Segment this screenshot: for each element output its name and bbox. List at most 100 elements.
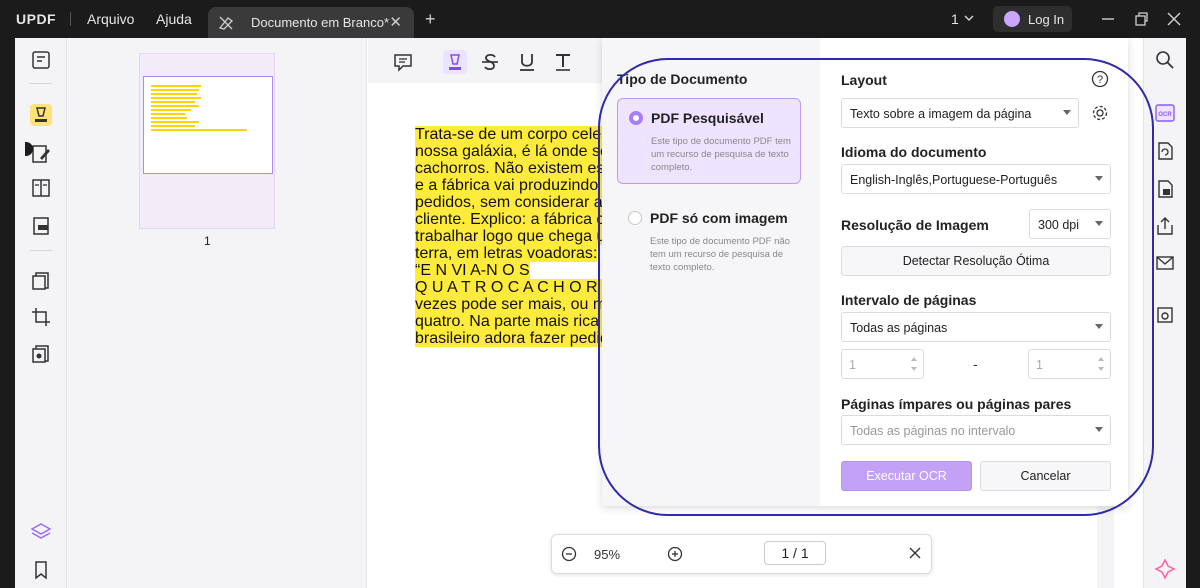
help-icon[interactable]: ? [1091, 70, 1109, 88]
crop-icon[interactable] [30, 306, 52, 328]
thumbnail-page-number: 1 [204, 234, 211, 248]
bookmark-icon[interactable] [30, 559, 52, 581]
stepper-down-icon[interactable] [911, 367, 917, 371]
zoom-level[interactable]: 95% [594, 547, 620, 562]
convert-icon[interactable] [1154, 140, 1176, 162]
thumbnail-viewport [143, 76, 273, 174]
text-tool-icon[interactable] [551, 50, 575, 74]
range-to-input[interactable]: 1 [1028, 349, 1111, 379]
ai-assistant-icon[interactable] [1154, 558, 1176, 580]
menu-ajuda[interactable]: Ajuda [156, 11, 192, 27]
detect-resolution-button[interactable]: Detectar Resolução Ótima [841, 246, 1111, 276]
language-title: Idioma do documento [841, 144, 987, 160]
zoom-in-icon[interactable] [667, 546, 683, 562]
thumbnail-text-line [151, 85, 201, 87]
thumbnail-text-line [151, 129, 247, 131]
resolution-value: 300 dpi [1038, 218, 1080, 232]
minimize-icon[interactable] [1098, 9, 1118, 29]
range-to-value: 1 [1036, 358, 1043, 372]
layers-icon[interactable] [30, 521, 52, 543]
stepper-up-icon[interactable] [911, 357, 917, 361]
range-from-value: 1 [849, 358, 856, 372]
highlight-icon[interactable] [443, 50, 467, 74]
option-description: Este tipo de documento PDF tem um recurs… [651, 136, 791, 173]
dropdown-arrow-icon [1095, 221, 1103, 226]
right-toolbar: OCR [1143, 38, 1186, 588]
page-thumbnail[interactable] [139, 53, 275, 229]
thumbnail-text-line [151, 97, 201, 99]
thumbnail-text-line [151, 109, 191, 111]
document-tab[interactable]: Documento em Branco* ✕ [208, 7, 414, 38]
dropdown-arrow-icon [1063, 110, 1071, 115]
run-ocr-button[interactable]: Executar OCR [841, 461, 972, 491]
page-number-input[interactable]: 1 / 1 [764, 541, 826, 565]
ocr-dialog: Tipo de Documento PDF Pesquisável Este t… [602, 38, 1128, 506]
svg-text:?: ? [1097, 74, 1103, 86]
strikethrough-icon[interactable] [478, 50, 502, 74]
thumbnail-text-line [151, 93, 197, 95]
avatar-icon [1004, 11, 1020, 27]
thumbnail-text-line [151, 117, 187, 119]
page-range-value: Todas as páginas [850, 321, 948, 335]
option-image-only-pdf[interactable]: PDF só com imagem Este tipo de documento… [617, 199, 801, 285]
stepper-up-icon[interactable] [1098, 357, 1104, 361]
ocr-settings-panel: Layout ? Texto sobre a imagem da página … [820, 38, 1128, 506]
email-icon[interactable] [1154, 252, 1176, 274]
restore-icon[interactable] [1131, 9, 1151, 29]
thumbnail-text-line [151, 101, 195, 103]
updf-logo: UPDF [16, 11, 57, 27]
range-separator: - [973, 356, 978, 372]
odd-even-select[interactable]: Todas as páginas no intervalo [841, 415, 1111, 445]
chevron-down-icon[interactable] [963, 12, 975, 24]
left-toolbar [15, 38, 67, 588]
edit-pdf-icon[interactable] [30, 143, 52, 165]
close-icon[interactable] [907, 545, 923, 561]
document-tab-icon [218, 16, 233, 30]
svg-text:OCR: OCR [1158, 112, 1172, 118]
prepare-form-icon[interactable] [30, 215, 52, 237]
ocr-icon[interactable]: OCR [1154, 102, 1176, 124]
login-button[interactable]: Log In [993, 6, 1072, 32]
option-searchable-pdf[interactable]: PDF Pesquisável Este tipo de documento P… [617, 98, 801, 184]
stepper-down-icon[interactable] [1098, 367, 1104, 371]
share-icon[interactable] [1154, 215, 1176, 237]
protect-icon[interactable] [30, 343, 52, 365]
window-count[interactable]: 1 [951, 11, 959, 27]
cancel-button[interactable]: Cancelar [980, 461, 1111, 491]
close-window-icon[interactable] [1164, 9, 1184, 29]
radio-searchable-pdf[interactable] [629, 111, 643, 125]
odd-even-title: Páginas ímpares ou páginas pares [841, 396, 1072, 412]
new-tab-icon[interactable]: + [425, 9, 436, 30]
organize-pages-icon[interactable] [30, 270, 52, 292]
protect-doc-icon[interactable] [1154, 178, 1176, 200]
search-icon[interactable] [1154, 49, 1176, 71]
dropdown-arrow-icon [1095, 324, 1103, 329]
comment-icon[interactable] [391, 50, 415, 74]
thumbnail-panel: 1 [67, 38, 367, 588]
thumbnail-text-line [151, 105, 199, 107]
save-icon[interactable] [1154, 304, 1176, 326]
comment-tool-icon[interactable] [30, 104, 52, 126]
odd-even-value: Todas as páginas no intervalo [850, 424, 1016, 438]
language-select[interactable]: English-Inglês,Portuguese-Português [841, 164, 1111, 194]
page-navigation-bar: 95% 1 / 1 [551, 534, 932, 574]
titlebar-divider [70, 12, 71, 26]
language-value: English-Inglês,Portuguese-Português [850, 173, 1058, 187]
page-range-select[interactable]: Todas as páginas [841, 312, 1111, 342]
thumbnail-text-line [151, 89, 199, 91]
option-title: PDF Pesquisável [651, 110, 764, 126]
page-range-title: Intervalo de páginas [841, 292, 977, 308]
resolution-select[interactable]: 300 dpi [1029, 209, 1111, 239]
form-icon[interactable] [30, 177, 52, 199]
close-tab-icon[interactable]: ✕ [389, 13, 402, 31]
radio-image-only-pdf[interactable] [628, 211, 642, 225]
gear-icon[interactable] [1091, 104, 1109, 122]
reader-icon[interactable] [30, 49, 52, 71]
document-type-panel: Tipo de Documento PDF Pesquisável Este t… [602, 38, 820, 506]
underline-icon[interactable] [515, 50, 539, 74]
range-from-input[interactable]: 1 [841, 349, 924, 379]
layout-select[interactable]: Texto sobre a imagem da página [841, 98, 1079, 128]
menu-arquivo[interactable]: Arquivo [87, 11, 134, 27]
layout-value: Texto sobre a imagem da página [850, 107, 1032, 121]
zoom-out-icon[interactable] [561, 546, 577, 562]
